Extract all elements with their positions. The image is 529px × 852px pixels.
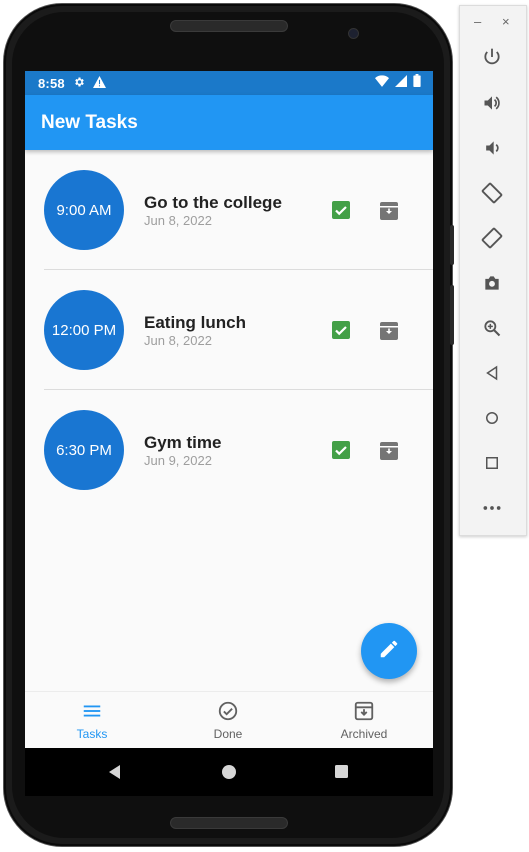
edit-icon (378, 638, 400, 665)
menu-icon (81, 705, 103, 725)
task-time-circle: 9:00 AM (44, 170, 124, 250)
bottom-speaker (170, 817, 288, 829)
wifi-icon (375, 74, 389, 90)
task-title: Go to the college (144, 193, 282, 212)
status-time: 8:58 (38, 75, 65, 91)
overview-icon[interactable] (334, 764, 349, 784)
power-icon[interactable] (479, 44, 505, 70)
settings-status-icon (73, 76, 85, 91)
rotate-right-icon[interactable] (479, 225, 505, 251)
camera-icon[interactable] (479, 270, 505, 296)
task-item[interactable]: 12:00 PM Eating lunch Jun 8, 2022 (25, 270, 433, 390)
status-bar: 8:58 (25, 71, 433, 95)
warning-status-icon (92, 75, 106, 91)
task-time: 9:00 AM (56, 201, 112, 219)
task-date: Jun 9, 2022 (144, 453, 212, 468)
power-key (450, 225, 454, 265)
task-title: Eating lunch (144, 313, 246, 332)
rotate-left-icon[interactable] (479, 180, 505, 206)
app-bar: New Tasks (25, 95, 433, 150)
page-title: New Tasks (41, 112, 138, 133)
volume-up-icon[interactable] (479, 90, 505, 116)
battery-icon (413, 74, 421, 90)
bottom-navigation: Tasks Done Archived (25, 691, 433, 748)
task-item[interactable]: 6:30 PM Gym time Jun 9, 2022 (25, 390, 433, 510)
volume-down-icon[interactable] (479, 135, 505, 161)
archive-icon (353, 701, 375, 725)
close-icon[interactable]: × (502, 14, 510, 29)
check-circle-icon (217, 701, 239, 725)
minimize-icon[interactable]: – (474, 14, 481, 29)
check-box-icon[interactable] (331, 440, 351, 460)
nav-label: Tasks (76, 727, 108, 741)
archive-icon[interactable] (378, 200, 400, 222)
overview-icon[interactable] (479, 450, 505, 476)
nav-archived[interactable]: Archived (314, 700, 414, 741)
check-box-icon[interactable] (331, 320, 351, 340)
back-icon[interactable] (479, 360, 505, 386)
system-nav-bar (25, 748, 433, 796)
nav-label: Done (213, 727, 243, 741)
nav-done[interactable]: Done (178, 700, 278, 741)
app-screen: 8:58 New Tasks 9:00 AM Go to the college… (25, 71, 433, 748)
home-icon[interactable] (221, 764, 237, 785)
add-task-fab[interactable] (361, 623, 417, 679)
volume-rocker (450, 285, 454, 345)
archive-icon[interactable] (378, 320, 400, 342)
signal-icon (395, 74, 407, 90)
task-item[interactable]: 9:00 AM Go to the college Jun 8, 2022 (25, 150, 433, 270)
task-date: Jun 8, 2022 (144, 213, 212, 228)
nav-label: Archived (340, 727, 388, 741)
home-icon[interactable] (479, 405, 505, 431)
top-speaker (170, 20, 288, 32)
back-icon[interactable] (107, 764, 123, 785)
more-icon[interactable] (479, 495, 505, 521)
task-date: Jun 8, 2022 (144, 333, 212, 348)
task-time-circle: 6:30 PM (44, 410, 124, 490)
task-time: 6:30 PM (56, 441, 112, 459)
emulator-toolbar: – × (459, 5, 527, 536)
task-time-circle: 12:00 PM (44, 290, 124, 370)
check-box-icon[interactable] (331, 200, 351, 220)
zoom-icon[interactable] (479, 315, 505, 341)
front-camera (348, 28, 359, 39)
nav-tasks[interactable]: Tasks (42, 700, 142, 741)
archive-icon[interactable] (378, 440, 400, 462)
task-time: 12:00 PM (51, 321, 117, 339)
task-title: Gym time (144, 433, 222, 452)
